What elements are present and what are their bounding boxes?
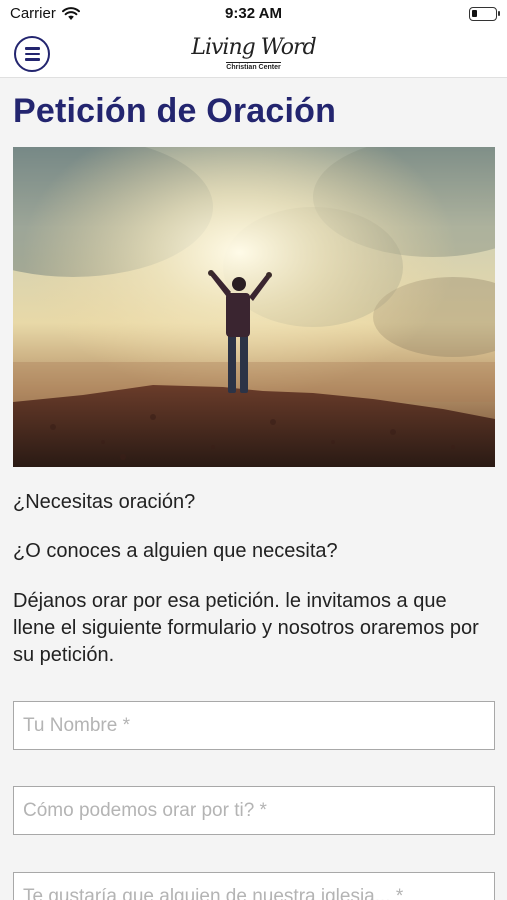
prayer-request-input[interactable]	[13, 786, 495, 835]
battery-icon	[469, 7, 500, 21]
logo-script: Living Word	[191, 35, 316, 60]
battery-level-fill	[472, 10, 477, 17]
status-bar: Carrier 9:32 AM	[0, 0, 507, 28]
contact-request-input[interactable]	[13, 872, 495, 900]
status-time: 9:32 AM	[225, 5, 282, 22]
app-header: Living Word Christian Center	[0, 28, 507, 78]
logo-subtitle: Christian Center	[226, 62, 281, 71]
name-input[interactable]	[13, 701, 495, 750]
hero-image	[13, 147, 495, 467]
page-title: Petición de Oración	[13, 92, 337, 130]
paragraph-know-someone: ¿O conoces a alguien que necesita?	[13, 540, 338, 562]
church-logo[interactable]: Living Word Christian Center	[0, 30, 507, 76]
paragraph-invitation: Déjanos orar por esa petición. le invita…	[13, 590, 479, 666]
paragraph-need-prayer: ¿Necesitas oración?	[13, 491, 196, 513]
